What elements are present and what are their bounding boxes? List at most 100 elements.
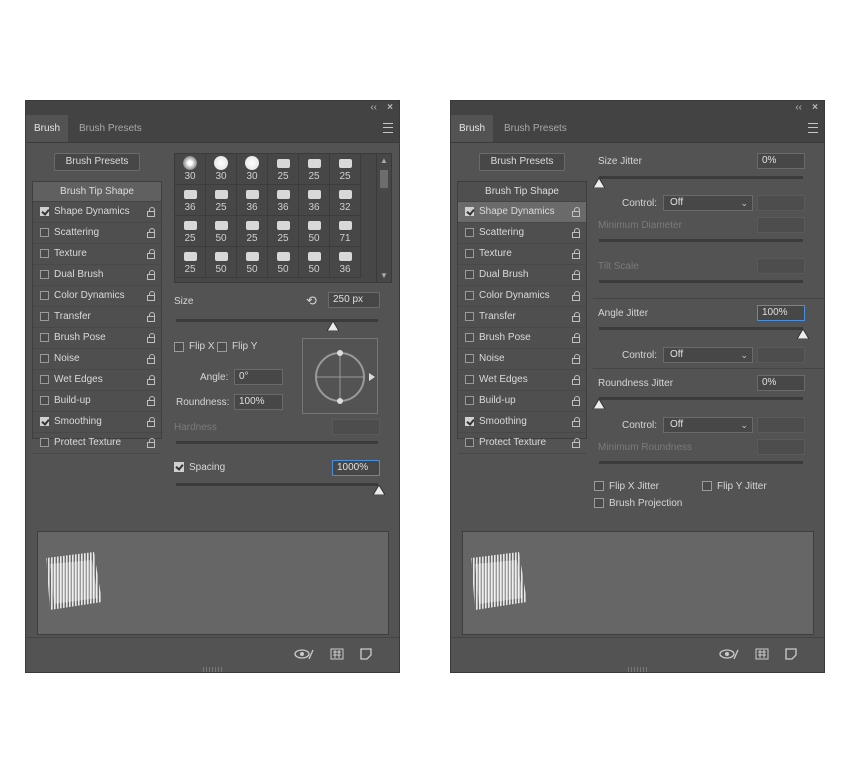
size-jitter-field[interactable]: 0% xyxy=(757,153,805,169)
sidebar-item-color-dynamics[interactable]: Color Dynamics xyxy=(458,286,586,307)
sidebar-item-smoothing[interactable]: Smoothing xyxy=(458,412,586,433)
brush-tip-cell[interactable]: 50 xyxy=(299,247,330,278)
sidebar-item-transfer[interactable]: Transfer xyxy=(33,307,161,328)
size-slider-track[interactable] xyxy=(176,319,378,322)
lock-icon[interactable] xyxy=(147,375,155,385)
resize-grip[interactable] xyxy=(627,667,648,672)
lock-icon[interactable] xyxy=(147,354,155,364)
control-dropdown-roundness[interactable]: Off ⌄ xyxy=(663,417,753,433)
panel-menu-icon[interactable] xyxy=(808,123,818,133)
brush-tip-cell[interactable]: 25 xyxy=(237,216,268,247)
lock-icon[interactable] xyxy=(147,312,155,322)
brush-tip-cell[interactable]: 36 xyxy=(268,185,299,216)
angle-field[interactable]: 0° xyxy=(234,369,283,385)
lock-icon[interactable] xyxy=(147,249,155,259)
sidebar-item-shape-dynamics[interactable]: Shape Dynamics xyxy=(458,202,586,223)
sidebar-checkbox[interactable] xyxy=(465,291,474,300)
sidebar-item-scattering[interactable]: Scattering xyxy=(33,223,161,244)
grid-view-icon[interactable] xyxy=(755,648,769,660)
brush-tip-cell[interactable]: 25 xyxy=(330,154,361,185)
angle-jitter-track[interactable] xyxy=(599,327,803,330)
reset-size-icon[interactable]: ⟲ xyxy=(306,293,317,309)
sidebar-checkbox[interactable] xyxy=(40,375,49,384)
brush-tip-cell[interactable]: 25 xyxy=(268,154,299,185)
sidebar-item-dual-brush[interactable]: Dual Brush xyxy=(33,265,161,286)
sidebar-checkbox[interactable] xyxy=(465,417,474,426)
brush-tip-cell[interactable]: 36 xyxy=(299,185,330,216)
lock-icon[interactable] xyxy=(147,333,155,343)
flip-x-checkbox[interactable] xyxy=(174,342,184,352)
flip-y-checkbox[interactable] xyxy=(217,342,227,352)
brush-tip-cell[interactable]: 50 xyxy=(299,216,330,247)
lock-icon[interactable] xyxy=(572,270,580,280)
brush-tip-cell[interactable]: 36 xyxy=(175,185,206,216)
lock-icon[interactable] xyxy=(572,375,580,385)
angle-jitter-field[interactable]: 100% xyxy=(757,305,805,321)
lock-icon[interactable] xyxy=(147,396,155,406)
roundness-jitter-knob[interactable] xyxy=(593,399,605,409)
sidebar-item-transfer[interactable]: Transfer xyxy=(458,307,586,328)
spacing-checkbox[interactable] xyxy=(174,462,184,472)
sidebar-item-shape-dynamics[interactable]: Shape Dynamics xyxy=(33,202,161,223)
lock-icon[interactable] xyxy=(147,417,155,427)
eye-toggle-icon[interactable] xyxy=(719,648,739,660)
sidebar-checkbox[interactable] xyxy=(40,396,49,405)
sidebar-checkbox[interactable] xyxy=(40,417,49,426)
lock-icon[interactable] xyxy=(572,207,580,217)
lock-icon[interactable] xyxy=(572,333,580,343)
size-jitter-track[interactable] xyxy=(599,176,803,179)
sidebar-item-build-up[interactable]: Build-up xyxy=(458,391,586,412)
sidebar-checkbox[interactable] xyxy=(40,207,49,216)
spacing-slider-track[interactable] xyxy=(176,483,378,486)
sidebar-checkbox[interactable] xyxy=(40,228,49,237)
sidebar-checkbox[interactable] xyxy=(465,270,474,279)
roundness-jitter-track[interactable] xyxy=(599,397,803,400)
sidebar-item-brush-pose[interactable]: Brush Pose xyxy=(458,328,586,349)
lock-icon[interactable] xyxy=(147,270,155,280)
sidebar-checkbox[interactable] xyxy=(465,375,474,384)
sidebar-checkbox[interactable] xyxy=(465,396,474,405)
sidebar-item-noise[interactable]: Noise xyxy=(458,349,586,370)
sidebar-item-brush-pose[interactable]: Brush Pose xyxy=(33,328,161,349)
angle-jitter-knob[interactable] xyxy=(797,329,809,339)
sidebar-item-texture[interactable]: Texture xyxy=(33,244,161,265)
brush-tip-cell[interactable]: 25 xyxy=(299,154,330,185)
grid-scrollbar[interactable]: ▲ ▼ xyxy=(376,154,391,282)
sidebar-checkbox[interactable] xyxy=(40,312,49,321)
eye-toggle-icon[interactable] xyxy=(294,648,314,660)
sidebar-item-build-up[interactable]: Build-up xyxy=(33,391,161,412)
tab-brush-presets[interactable]: Brush Presets xyxy=(71,115,150,142)
resize-grip[interactable] xyxy=(202,667,223,672)
chevron-up-icon[interactable]: ▲ xyxy=(380,156,388,165)
sidebar-checkbox[interactable] xyxy=(465,207,474,216)
angle-roundness-preview[interactable] xyxy=(302,338,378,414)
sidebar-checkbox[interactable] xyxy=(465,354,474,363)
scroll-thumb[interactable] xyxy=(380,170,388,188)
sidebar-checkbox[interactable] xyxy=(465,438,474,447)
sidebar-item-scattering[interactable]: Scattering xyxy=(458,223,586,244)
lock-icon[interactable] xyxy=(572,438,580,448)
brush-tip-cell[interactable]: 50 xyxy=(268,247,299,278)
lock-icon[interactable] xyxy=(572,312,580,322)
size-jitter-knob[interactable] xyxy=(593,178,605,188)
lock-icon[interactable] xyxy=(572,396,580,406)
sidebar-checkbox[interactable] xyxy=(40,438,49,447)
brush-tip-cell[interactable]: 30 xyxy=(206,154,237,185)
lock-icon[interactable] xyxy=(147,228,155,238)
sidebar-checkbox[interactable] xyxy=(40,354,49,363)
lock-icon[interactable] xyxy=(147,438,155,448)
sidebar-item-texture[interactable]: Texture xyxy=(458,244,586,265)
sidebar-checkbox[interactable] xyxy=(40,333,49,342)
spacing-slider-knob[interactable] xyxy=(373,485,385,495)
brush-tip-cell[interactable]: 36 xyxy=(237,185,268,216)
lock-icon[interactable] xyxy=(572,417,580,427)
brush-presets-button[interactable]: Brush Presets xyxy=(54,153,140,171)
brush-tip-cell[interactable]: 50 xyxy=(206,216,237,247)
brush-tip-cell[interactable]: 50 xyxy=(206,247,237,278)
collapse-icon[interactable]: ‹‹ xyxy=(795,102,802,114)
sidebar-checkbox[interactable] xyxy=(465,333,474,342)
lock-icon[interactable] xyxy=(147,207,155,217)
size-slider-knob[interactable] xyxy=(327,321,339,331)
sidebar-item-brush-tip-shape[interactable]: Brush Tip Shape xyxy=(33,182,161,202)
chevron-down-icon[interactable]: ▼ xyxy=(380,271,388,280)
